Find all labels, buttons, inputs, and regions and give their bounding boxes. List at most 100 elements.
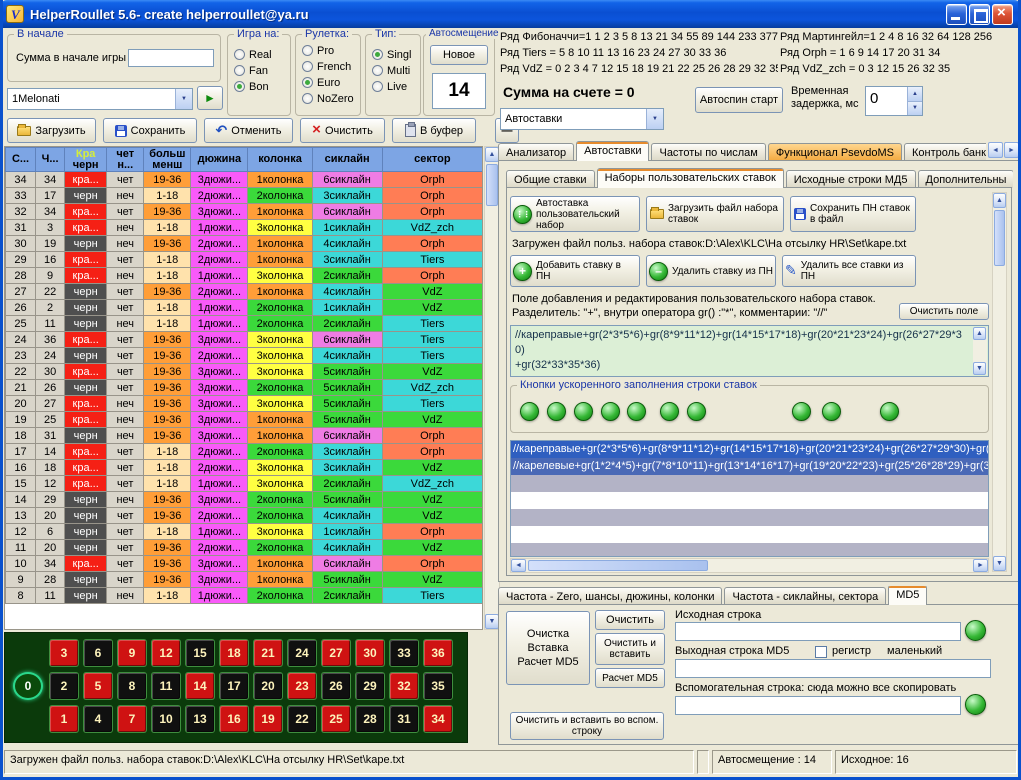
sub-tab-2[interactable]: Наборы пользовательских ставок — [597, 168, 784, 188]
radio-icon[interactable] — [234, 49, 245, 60]
md5-actions-button[interactable]: Очистка Вставка Расчет MD5 — [506, 611, 590, 685]
md5-source-action-button[interactable] — [965, 620, 986, 641]
new-number-button[interactable]: Новое — [430, 45, 488, 65]
roulette-number-cell[interactable]: 7 — [117, 705, 147, 733]
main-tab-1[interactable]: Анализатор — [498, 143, 574, 161]
freq-tab-2[interactable]: Частота - сиклайны, сектора — [724, 587, 886, 605]
md5-aux-input[interactable] — [675, 696, 961, 715]
list-empty-row[interactable] — [511, 543, 988, 557]
close-button[interactable] — [992, 4, 1013, 25]
quick-bet-button-1[interactable] — [520, 402, 539, 421]
radio-icon[interactable] — [372, 81, 383, 92]
sub-tab-1[interactable]: Общие ставки — [506, 170, 595, 188]
roulette-number-cell[interactable]: 11 — [151, 672, 181, 700]
play-button[interactable]: ► — [197, 86, 223, 110]
md5-output-input[interactable] — [675, 659, 991, 678]
roulette-number-cell[interactable]: 6 — [83, 639, 113, 667]
freq-tab-1[interactable]: Частота - Zero, шансы, дюжины, колонки — [498, 587, 722, 605]
main-tab-5[interactable]: Контроль банкролла — [904, 143, 986, 161]
roulette-number-cell[interactable]: 12 — [151, 639, 181, 667]
roulette-number-cell[interactable]: 28 — [355, 705, 385, 733]
roulette-number-cell[interactable]: 13 — [185, 705, 215, 733]
spin-down-icon[interactable] — [908, 102, 922, 116]
roulette-number-cell[interactable]: 3 — [49, 639, 79, 667]
bet-edit-field[interactable]: //кареправые+gr(2*3*5*6)+gr(8*9*11*12)+g… — [510, 325, 989, 377]
quick-bet-button-6[interactable] — [660, 402, 679, 421]
list-empty-row[interactable] — [511, 509, 988, 526]
radio-icon[interactable] — [372, 49, 383, 60]
sub-tab-4[interactable]: Дополнительны — [918, 170, 1014, 188]
roulette-number-cell[interactable]: 32 — [389, 672, 419, 700]
roulette-number-cell[interactable]: 8 — [117, 672, 147, 700]
list-empty-row[interactable] — [511, 526, 988, 543]
scroll-up-icon[interactable] — [993, 193, 1006, 208]
roulette-number-cell[interactable]: 15 — [185, 639, 215, 667]
radio-icon[interactable] — [302, 61, 313, 72]
quick-bet-button-3[interactable] — [574, 402, 593, 421]
radio-icon[interactable] — [234, 65, 245, 76]
freq-tab-3[interactable]: MD5 — [888, 586, 927, 605]
chevron-down-icon[interactable] — [175, 89, 192, 109]
panel-scrollbar-thumb[interactable] — [994, 210, 1005, 266]
roulette-number-cell[interactable]: 1 — [49, 705, 79, 733]
radio-option-bon[interactable]: Bon — [234, 80, 290, 93]
radio-option-singl[interactable]: Singl — [372, 48, 420, 61]
quick-bet-button-7[interactable] — [687, 402, 706, 421]
scroll-left-icon[interactable] — [511, 559, 526, 572]
start-sum-input[interactable] — [128, 49, 214, 67]
delay-spinner[interactable]: 0 — [865, 86, 923, 116]
md5-calc-button[interactable]: Расчет MD5 — [595, 668, 665, 688]
list-item[interactable]: //карелевые+gr(1*2*4*5)+gr(7*8*10*11)+gr… — [511, 458, 988, 475]
main-tab-4[interactable]: Функционал PsevdoMS — [768, 143, 902, 161]
radio-icon[interactable] — [234, 81, 245, 92]
radio-option-euro[interactable]: Euro — [302, 76, 360, 89]
toolbar-button-2[interactable]: Сохранить — [103, 118, 197, 143]
toolbar-button-3[interactable]: Отменить — [204, 118, 293, 143]
quick-bet-button-5[interactable] — [627, 402, 646, 421]
edit-field-scrollbar[interactable] — [973, 327, 987, 375]
chevron-down-icon[interactable] — [646, 109, 663, 129]
roulette-number-cell[interactable]: 19 — [253, 705, 283, 733]
radio-icon[interactable] — [302, 93, 313, 104]
roulette-number-cell[interactable]: 17 — [219, 672, 249, 700]
roulette-number-cell[interactable]: 9 — [117, 639, 147, 667]
table-scrollbar-thumb[interactable] — [486, 164, 498, 206]
autobet-user-set-button[interactable]: Автоставка пользовательский набор — [510, 196, 640, 232]
quick-bet-button-9[interactable] — [822, 402, 841, 421]
roulette-number-cell[interactable]: 21 — [253, 639, 283, 667]
panel-scrollbar[interactable] — [992, 192, 1007, 572]
tab-scroll-right-button[interactable] — [1004, 142, 1019, 158]
list-horizontal-scrollbar[interactable] — [510, 558, 989, 573]
roulette-number-cell[interactable]: 34 — [423, 705, 453, 733]
scroll-down-icon[interactable] — [993, 556, 1006, 571]
roulette-zero-cell[interactable]: 0 — [13, 672, 43, 700]
roulette-number-cell[interactable]: 36 — [423, 639, 453, 667]
roulette-number-cell[interactable]: 5 — [83, 672, 113, 700]
md5-clear-paste-aux-button[interactable]: Очистить и вставить во вспом. строку — [510, 712, 664, 740]
quick-bet-button-10[interactable] — [880, 402, 899, 421]
radio-option-fan[interactable]: Fan — [234, 64, 290, 77]
roulette-number-cell[interactable]: 27 — [321, 639, 351, 667]
roulette-number-cell[interactable]: 31 — [389, 705, 419, 733]
radio-icon[interactable] — [302, 45, 313, 56]
roulette-number-cell[interactable]: 18 — [219, 639, 249, 667]
roulette-number-cell[interactable]: 26 — [321, 672, 351, 700]
md5-clear-button[interactable]: Очистить — [595, 610, 665, 630]
radio-option-nozero[interactable]: NoZero — [302, 92, 360, 105]
toolbar-button-1[interactable]: Загрузить — [7, 118, 96, 143]
roulette-number-cell[interactable]: 29 — [355, 672, 385, 700]
roulette-number-cell[interactable]: 30 — [355, 639, 385, 667]
radio-option-french[interactable]: French — [302, 60, 360, 73]
autobets-combo[interactable]: Автоставки — [500, 108, 664, 130]
delete-all-bets-button[interactable]: Удалить все ставки из ПН — [782, 255, 916, 287]
profile-combo[interactable]: 1Melonati — [7, 88, 193, 110]
radio-option-multi[interactable]: Multi — [372, 64, 420, 77]
radio-icon[interactable] — [372, 65, 383, 76]
list-item[interactable]: //кареправые+gr(2*3*5*6)+gr(8*9*11*12)+g… — [511, 441, 988, 458]
bet-set-list[interactable]: //кареправые+gr(2*3*5*6)+gr(8*9*11*12)+g… — [510, 440, 989, 557]
list-scrollbar-thumb[interactable] — [528, 560, 708, 571]
quick-bet-button-8[interactable] — [792, 402, 811, 421]
toolbar-button-4[interactable]: Очистить — [300, 118, 385, 143]
roulette-number-cell[interactable]: 2 — [49, 672, 79, 700]
main-tab-2[interactable]: Автоставки — [576, 141, 649, 161]
